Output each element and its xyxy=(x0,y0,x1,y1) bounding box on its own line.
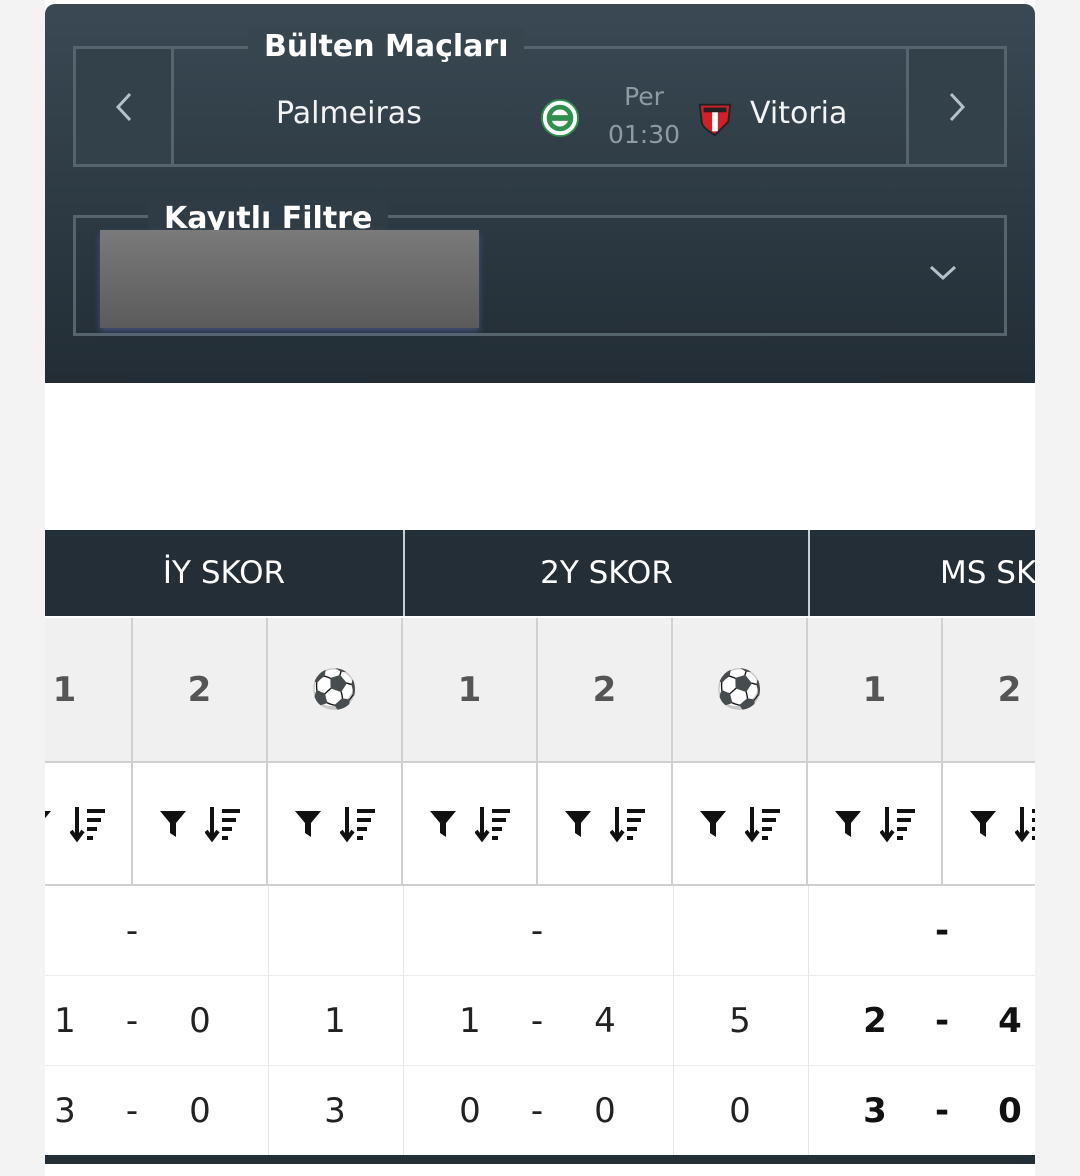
sort-icon[interactable] xyxy=(609,805,646,843)
score-cell-iy-1: 3 xyxy=(54,1091,76,1131)
column-filter-cell xyxy=(943,761,1035,886)
score-cell-ms-2: 4 xyxy=(998,1001,1022,1041)
column-header: 2 xyxy=(133,618,268,761)
score-cell-y2-1: 0 xyxy=(459,1091,481,1131)
match-filter-panel: Bülten Maçları Palmeiras Per 01:30 Vitor… xyxy=(45,4,1035,383)
filter-icon[interactable] xyxy=(159,809,187,839)
column-header: 2 xyxy=(943,618,1035,761)
total-goals-header: ⚽ xyxy=(673,618,808,761)
score-cell-ms-sep: - xyxy=(934,1091,950,1131)
table-bottom-bar xyxy=(45,1155,1035,1164)
column-divider xyxy=(808,976,809,1066)
redacted-filter-value xyxy=(100,230,479,328)
chevron-left-icon xyxy=(115,92,131,121)
column-filter-cell xyxy=(133,761,268,886)
column-filter-cell xyxy=(538,761,673,886)
column-filter-cell xyxy=(45,761,133,886)
score-cell-iy-sep: - xyxy=(125,1091,139,1131)
score-cell-iy-2: 0 xyxy=(189,1091,211,1131)
filter-icon[interactable] xyxy=(294,809,322,839)
filter-icon[interactable] xyxy=(564,809,592,839)
table-row[interactable]: 3 - 0 3 0 - 0 0 3 - 0 xyxy=(45,1066,1035,1156)
column-divider xyxy=(403,1066,404,1156)
group-header-full-time: MS SKOR xyxy=(808,530,1035,616)
column-filter-cell xyxy=(808,761,943,886)
score-cell-iy-total: 3 xyxy=(324,1091,346,1131)
column-divider xyxy=(808,886,809,976)
next-match-button[interactable] xyxy=(906,49,1004,164)
filter-icon[interactable] xyxy=(834,809,862,839)
column-header: 2 xyxy=(538,618,673,761)
column-header: 1 xyxy=(45,618,133,761)
score-cell-y2-sep: - xyxy=(530,911,544,951)
column-filter-cell xyxy=(268,761,403,886)
score-cell-iy-2: 0 xyxy=(189,1001,211,1041)
column-divider xyxy=(268,976,269,1066)
away-team-name: Vitoria xyxy=(750,96,848,131)
palmeiras-crest-icon xyxy=(541,99,579,137)
score-cell-y2-2: 4 xyxy=(594,1001,616,1041)
column-header: 1 xyxy=(403,618,538,761)
column-divider xyxy=(268,1066,269,1156)
score-cell-y2-1: 1 xyxy=(459,1001,481,1041)
column-divider xyxy=(268,886,269,976)
column-divider xyxy=(403,976,404,1066)
sort-icon[interactable] xyxy=(1014,805,1036,843)
score-cell-ms-1: 3 xyxy=(863,1091,887,1131)
score-cell-y2-2: 0 xyxy=(594,1091,616,1131)
match-selector[interactable]: Bülten Maçları Palmeiras Per 01:30 Vitor… xyxy=(73,29,1007,167)
score-cell-y2-total: 5 xyxy=(729,1001,751,1041)
table-row[interactable]: 1 - 0 1 1 - 4 5 2 - 4 xyxy=(45,976,1035,1066)
chevron-right-icon xyxy=(949,92,965,121)
table-row[interactable]: --- xyxy=(45,886,1035,976)
column-divider xyxy=(673,886,674,976)
chevron-down-icon xyxy=(929,265,957,281)
column-divider xyxy=(808,1066,809,1156)
sort-icon[interactable] xyxy=(204,805,241,843)
sort-icon[interactable] xyxy=(744,805,781,843)
match-day: Per xyxy=(624,82,664,111)
score-cell-y2-sep: - xyxy=(530,1091,544,1131)
score-cell-ms-2: 0 xyxy=(998,1091,1022,1131)
home-team-name: Palmeiras xyxy=(276,96,422,131)
filter-icon[interactable] xyxy=(429,809,457,839)
match-time: 01:30 xyxy=(607,120,681,149)
score-cell-y2-sep: - xyxy=(530,1001,544,1041)
column-divider xyxy=(673,976,674,1066)
column-header: 1 xyxy=(808,618,943,761)
score-cell-iy-sep: - xyxy=(125,1001,139,1041)
score-cell-ms-1: 2 xyxy=(863,1001,887,1041)
score-cell-iy-total: 1 xyxy=(324,1001,346,1041)
total-goals-header: ⚽ xyxy=(268,618,403,761)
group-header-second-half: 2Y SKOR xyxy=(403,530,808,616)
score-cell-ms-sep: - xyxy=(934,1001,950,1041)
score-cell-ms-sep: - xyxy=(934,911,950,951)
page: Bülten Maçları Palmeiras Per 01:30 Vitor… xyxy=(45,0,1035,1176)
column-divider xyxy=(673,1066,674,1156)
sort-icon[interactable] xyxy=(879,805,916,843)
group-header-first-half: İY SKOR xyxy=(45,530,403,616)
filter-icon[interactable] xyxy=(699,809,727,839)
sort-icon[interactable] xyxy=(69,805,106,843)
column-filter-cell xyxy=(673,761,808,886)
score-cell-y2-total: 0 xyxy=(729,1091,751,1131)
filter-icon[interactable] xyxy=(969,809,997,839)
vitoria-crest-icon xyxy=(698,103,732,137)
filter-icon[interactable] xyxy=(45,809,52,839)
previous-match-button[interactable] xyxy=(76,49,174,164)
sort-icon[interactable] xyxy=(339,805,376,843)
column-filter-cell xyxy=(403,761,538,886)
match-summary[interactable]: Palmeiras Per 01:30 Vitoria xyxy=(174,49,955,164)
score-cell-iy-1: 1 xyxy=(54,1001,76,1041)
column-divider xyxy=(403,886,404,976)
sort-icon[interactable] xyxy=(474,805,511,843)
score-cell-iy-sep: - xyxy=(125,911,139,951)
